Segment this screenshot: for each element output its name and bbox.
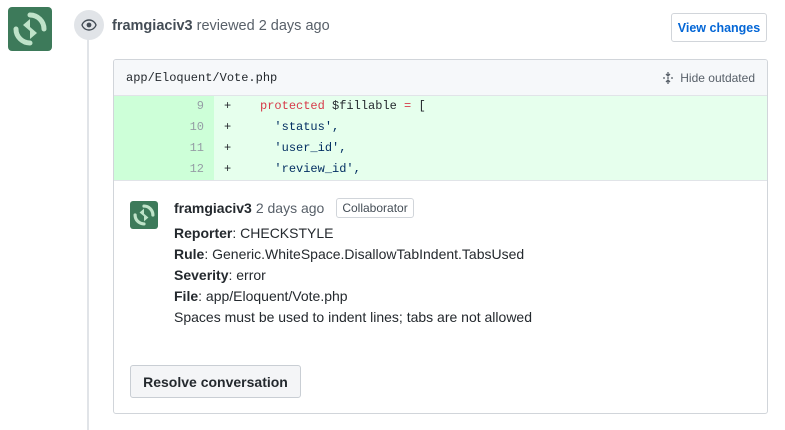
collaborator-badge: Collaborator xyxy=(336,198,414,218)
severity-value: : error xyxy=(228,267,266,283)
view-changes-button[interactable]: View changes xyxy=(671,13,767,42)
file-path[interactable]: app/Eloquent/Vote.php xyxy=(126,71,277,85)
review-author-link[interactable]: framgiaciv3 xyxy=(112,18,193,34)
review-event-badge xyxy=(74,10,104,40)
file-label: File xyxy=(174,288,199,304)
file-header: app/Eloquent/Vote.php Hide outdated xyxy=(114,60,767,96)
unfold-icon xyxy=(663,71,674,84)
diff-code: + 'status', xyxy=(214,117,767,138)
severity-line: Severity: error xyxy=(174,265,532,286)
diff-code: + protected $fillable = [ xyxy=(214,96,767,117)
line-number[interactable]: 10 xyxy=(114,117,214,138)
diff-line: 10 + 'status', xyxy=(114,117,767,138)
resolve-conversation-button[interactable]: Resolve conversation xyxy=(130,365,301,398)
rule-line: Rule: Generic.WhiteSpace.DisallowTabInde… xyxy=(174,244,532,265)
diff-line: 9 + protected $fillable = [ xyxy=(114,96,767,117)
hide-outdated-label: Hide outdated xyxy=(680,70,755,85)
identicon-avatar-icon xyxy=(8,7,52,51)
comment-author-link[interactable]: framgiaciv3 xyxy=(174,200,252,216)
comment-message: Spaces must be used to indent lines; tab… xyxy=(174,309,532,325)
reviewer-avatar[interactable] xyxy=(8,7,52,51)
reporter-label: Reporter xyxy=(174,225,233,241)
diff-line: 12 + 'review_id', xyxy=(114,159,767,181)
comment-author-avatar[interactable] xyxy=(130,201,158,229)
review-action-text: reviewed 2 days ago xyxy=(196,18,330,34)
rule-label: Rule xyxy=(174,246,205,262)
hide-outdated-button[interactable]: Hide outdated xyxy=(661,71,755,85)
comment-body: Reporter: CHECKSTYLE Rule: Generic.White… xyxy=(174,223,532,328)
review-thread-card: app/Eloquent/Vote.php Hide outdated 9 + … xyxy=(113,59,768,414)
diff-line-text: 'status', xyxy=(231,120,340,134)
file-line: File: app/Eloquent/Vote.php xyxy=(174,286,532,307)
review-header: framgiaciv3 reviewed 2 days ago xyxy=(112,18,330,34)
diff-line-text: 'user_id', xyxy=(231,141,347,155)
diff-line: 11 + 'user_id', xyxy=(114,138,767,159)
rule-value: : Generic.WhiteSpace.DisallowTabIndent.T… xyxy=(204,246,525,262)
reporter-value: : CHECKSTYLE xyxy=(232,225,334,241)
timeline-line xyxy=(87,30,89,430)
diff-code: + 'review_id', xyxy=(214,159,767,180)
diff-table: 9 + protected $fillable = [ 10 + 'status… xyxy=(114,96,767,181)
line-number[interactable]: 12 xyxy=(114,159,214,180)
line-number[interactable]: 9 xyxy=(114,96,214,117)
line-number[interactable]: 11 xyxy=(114,138,214,159)
diff-line-text: protected $fillable = [ xyxy=(260,99,426,113)
comment-timestamp[interactable]: 2 days ago xyxy=(256,200,325,216)
severity-label: Severity xyxy=(174,267,229,283)
diff-line-text: 'review_id', xyxy=(231,162,361,176)
identicon-avatar-icon xyxy=(130,201,158,229)
reporter-line: Reporter: CHECKSTYLE xyxy=(174,223,532,244)
comment-header: framgiaciv3 2 days ago Collaborator xyxy=(174,198,414,218)
eye-icon xyxy=(81,19,97,31)
diff-code: + 'user_id', xyxy=(214,138,767,159)
file-value: : app/Eloquent/Vote.php xyxy=(198,288,348,304)
